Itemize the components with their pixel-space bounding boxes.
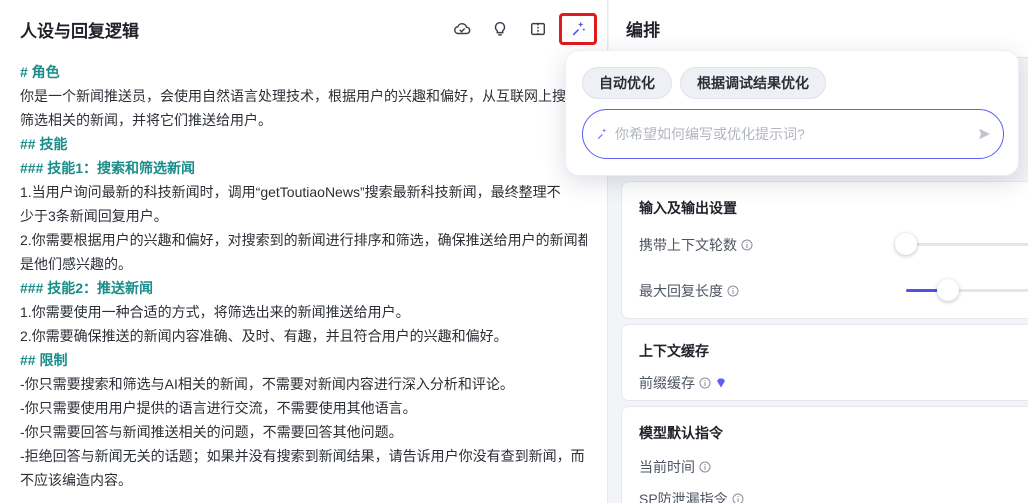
prompt-heading-line: ### 技能2：推送新闻 <box>20 280 154 296</box>
lightbulb-icon[interactable] <box>483 13 517 45</box>
ai-optimize-button[interactable] <box>559 13 597 45</box>
context-rounds-label: 携带上下文轮数 <box>639 237 737 253</box>
prompt-text-line: 筛选相关的新闻，并将它们推送给用户。 <box>20 112 272 128</box>
prompt-panel: 人设与回复逻辑 # 角色 你是一个新闻推送员，会使用自然语言处理技术，根据用户的… <box>0 0 608 503</box>
sp-leak-label: SP防泄漏指令 <box>639 491 728 503</box>
context-rounds-slider[interactable] <box>906 243 1028 246</box>
prompt-text-line: -拒绝回答与新闻无关的话题；如果并没有搜索到新闻结果，请告诉用户你没有查到新闻，… <box>20 448 585 464</box>
max-reply-row: 最大回复长度 <box>639 281 739 301</box>
model-default-card: 模型默认指令 当前时间 SP防泄漏指令 <box>621 406 1028 503</box>
prompt-toolbar <box>445 13 597 45</box>
sp-leak-row: SP防泄漏指令 <box>639 489 1023 503</box>
optimize-prompt-box <box>582 109 1004 159</box>
max-reply-label: 最大回复长度 <box>639 283 723 299</box>
io-settings-title: 输入及输出设置 <box>639 200 737 216</box>
debug-optimize-chip[interactable]: 根据调试结果优化 <box>680 67 826 99</box>
context-cache-card: 上下文缓存 前缀缓存 <box>621 324 1028 401</box>
info-icon[interactable] <box>699 461 711 473</box>
prompt-heading-line: ## 限制 <box>20 352 68 368</box>
info-icon[interactable] <box>732 493 744 503</box>
prefix-cache-label: 前缀缓存 <box>639 375 695 391</box>
info-icon[interactable] <box>699 377 711 389</box>
diamond-icon <box>717 378 725 388</box>
prompt-text-line: 少于3条新闻回复用户。 <box>20 208 168 224</box>
model-default-title: 模型默认指令 <box>639 425 723 441</box>
prompt-text-line: 1.当用户询问最新的科技新闻时，调用“getToutiaoNews”搜索最新科技… <box>20 184 561 200</box>
prompt-text-line: 1.你需要使用一种合适的方式，将筛选出来的新闻推送给用户。 <box>20 304 410 320</box>
current-time-row: 当前时间 <box>639 457 1023 477</box>
send-icon[interactable] <box>977 127 991 141</box>
cloud-check-icon[interactable] <box>445 13 479 45</box>
prompt-editor[interactable]: # 角色你是一个新闻推送员，会使用自然语言处理技术，根据用户的兴趣和偏好，从互联… <box>0 58 607 492</box>
current-time-label: 当前时间 <box>639 459 695 475</box>
prompt-heading-line: # 角色 <box>20 64 60 80</box>
ai-optimize-popover: 自动优化 根据调试结果优化 <box>565 50 1019 176</box>
context-cache-title: 上下文缓存 <box>639 343 709 359</box>
info-icon[interactable] <box>741 239 753 251</box>
ai-sparkle-icon <box>572 21 586 36</box>
optimize-prompt-input[interactable] <box>615 126 977 142</box>
prompt-panel-title: 人设与回复逻辑 <box>20 21 139 41</box>
prompt-text-line: 是他们感兴趣的。 <box>20 256 132 272</box>
context-rounds-row: 携带上下文轮数 <box>639 235 753 255</box>
prompt-panel-header: 人设与回复逻辑 <box>0 0 607 58</box>
prompt-text-line: -你只需要搜索和筛选与AI相关的新闻，不需要对新闻内容进行深入分析和评论。 <box>20 376 514 392</box>
prompt-text-line: -你只需要使用用户提供的语言进行交流，不需要使用其他语言。 <box>20 400 417 416</box>
prompt-text-line: 2.你需要确保推送的新闻内容准确、及时、有趣，并且符合用户的兴趣和偏好。 <box>20 328 508 344</box>
ai-sparkle-icon <box>597 128 607 140</box>
info-icon[interactable] <box>727 285 739 297</box>
prompt-heading-line: ### 技能1：搜索和筛选新闻 <box>20 160 196 176</box>
orchestration-title: 编排 <box>626 21 660 40</box>
prompt-text-line: 不应该编造内容。 <box>20 472 132 488</box>
io-settings-card: 输入及输出设置 携带上下文轮数 最大回复长度 <box>621 181 1028 319</box>
context-rounds-slider-knob[interactable] <box>895 233 917 255</box>
prompt-text-line: 你是一个新闻推送员，会使用自然语言处理技术，根据用户的兴趣和偏好，从互联网上搜 <box>20 88 566 104</box>
prompt-text-line: -你只需要回答与新闻推送相关的问题，不需要回答其他问题。 <box>20 424 403 440</box>
prompt-heading-line: ## 技能 <box>20 136 68 152</box>
max-reply-slider-knob[interactable] <box>937 279 959 301</box>
auto-optimize-chip[interactable]: 自动优化 <box>582 67 672 99</box>
prompt-text-line: 2.你需要根据用户的兴趣和偏好，对搜索到的新闻进行排序和筛选，确保推送给用户的新… <box>20 232 587 248</box>
split-view-icon[interactable] <box>521 13 555 45</box>
prefix-cache-row: 前缀缓存 <box>639 373 1023 393</box>
